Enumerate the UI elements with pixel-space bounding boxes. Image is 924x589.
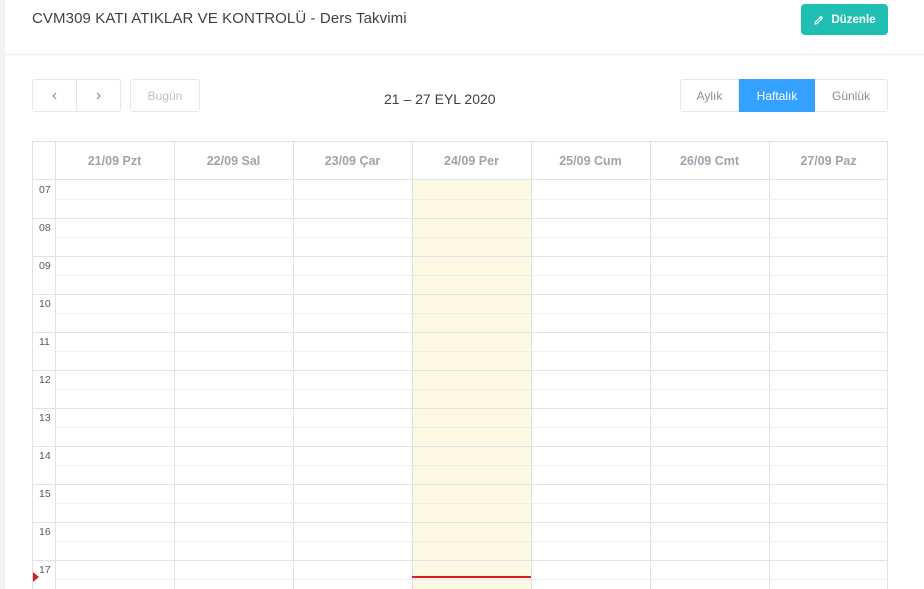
column-divider	[174, 142, 175, 589]
view-switcher: Aylık Haftalık Günlük	[680, 79, 888, 112]
day-header: 25/09 Cum	[559, 154, 622, 168]
hour-line	[33, 332, 888, 333]
hour-label: 14	[39, 450, 51, 462]
hour-label: 13	[39, 412, 51, 424]
view-month-button[interactable]: Aylık	[680, 79, 739, 112]
day-header: 27/09 Paz	[800, 154, 857, 168]
hour-line	[33, 256, 888, 257]
chevron-right-icon: ›	[95, 86, 102, 104]
half-hour-line	[55, 313, 888, 314]
hour-line	[33, 522, 888, 523]
half-hour-line	[55, 199, 888, 200]
chevron-left-icon: ‹	[51, 86, 58, 104]
half-hour-line	[55, 275, 888, 276]
half-hour-line	[55, 389, 888, 390]
week-grid: 21/09 Pzt 22/09 Sal 23/09 Çar 24/09 Per 25/0…	[32, 141, 888, 589]
column-divider	[293, 142, 294, 589]
day-header: 22/09 Sal	[206, 154, 261, 168]
column-divider	[650, 142, 651, 589]
view-week-button[interactable]: Haftalık	[739, 79, 815, 112]
hour-label: 15	[39, 488, 51, 500]
today-column	[412, 180, 531, 589]
hour-line	[33, 560, 888, 561]
half-hour-line	[55, 351, 888, 352]
hour-line	[33, 294, 888, 295]
hour-label: 16	[39, 526, 51, 538]
now-indicator-line	[412, 576, 531, 578]
half-hour-line	[55, 465, 888, 466]
day-header-row: 21/09 Pzt 22/09 Sal 23/09 Çar 24/09 Per 25/0…	[33, 142, 888, 180]
column-divider	[55, 142, 56, 589]
today-button[interactable]: Bugün	[130, 79, 200, 112]
day-header: 24/09 Per	[444, 154, 499, 168]
hour-line	[33, 446, 888, 447]
hour-label: 12	[39, 374, 51, 386]
hour-label: 17	[39, 564, 51, 576]
hour-label: 07	[39, 184, 51, 196]
edit-button-label: Düzenle	[831, 13, 876, 26]
calendar-card: CVM309 KATI ATIKLAR VE KONTROLÜ - Ders T…	[5, 0, 924, 589]
hour-label: 10	[39, 298, 51, 310]
hour-label: 09	[39, 260, 51, 272]
view-day-button[interactable]: Günlük	[815, 79, 888, 112]
hour-label: 08	[39, 222, 51, 234]
prev-button[interactable]: ‹	[32, 79, 77, 112]
hour-line	[33, 484, 888, 485]
card-header: CVM309 KATI ATIKLAR VE KONTROLÜ - Ders T…	[5, 0, 924, 55]
hour-label: 11	[39, 336, 50, 348]
pencil-icon	[814, 15, 824, 25]
half-hour-line	[55, 237, 888, 238]
column-divider	[769, 142, 770, 589]
half-hour-line	[55, 541, 888, 542]
next-button[interactable]: ›	[77, 79, 121, 112]
column-divider	[412, 142, 413, 589]
half-hour-line	[55, 503, 888, 504]
nav-buttons: ‹ ›	[32, 79, 121, 112]
hour-line	[33, 370, 888, 371]
half-hour-line	[55, 427, 888, 428]
day-header: 21/09 Pzt	[87, 154, 142, 168]
day-header: 26/09 Cmt	[679, 154, 740, 168]
day-header: 23/09 Çar	[324, 154, 381, 168]
hour-line	[33, 218, 888, 219]
hour-line	[33, 408, 888, 409]
page-title: CVM309 KATI ATIKLAR VE KONTROLÜ - Ders T…	[32, 10, 407, 27]
half-hour-line	[55, 579, 888, 580]
edit-button[interactable]: Düzenle	[801, 4, 888, 35]
column-divider	[531, 142, 532, 589]
now-indicator-arrow	[33, 572, 39, 582]
date-range-title: 21 – 27 EYL 2020	[384, 91, 496, 107]
